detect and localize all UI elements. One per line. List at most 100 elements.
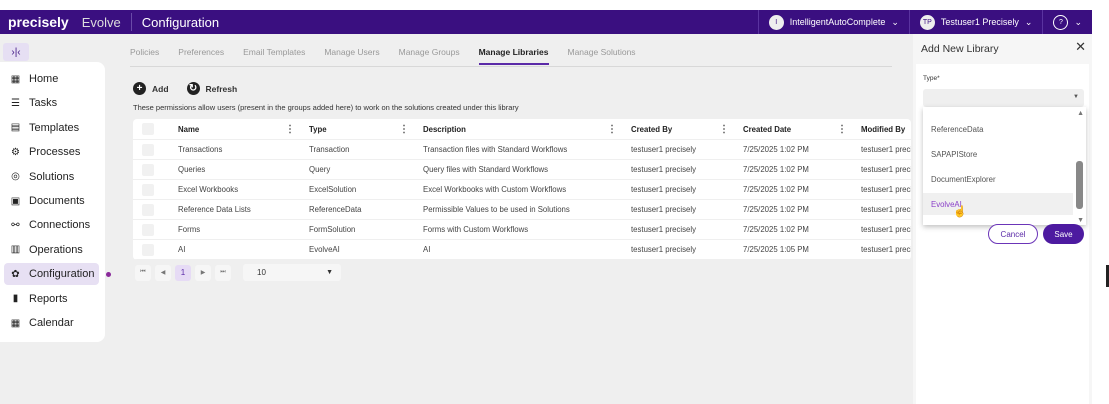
option-documentexplorer[interactable]: DocumentExplorer bbox=[923, 168, 1073, 190]
column-header[interactable]: Type ⋮ bbox=[301, 119, 415, 139]
table-cell: testuser1 precisely bbox=[631, 145, 697, 154]
sidebar-item-connections[interactable]: ⚯ Connections bbox=[4, 214, 99, 236]
table-row[interactable]: AI EvolveAI AI testuser1 precisely 7/25/2025… bbox=[133, 240, 911, 260]
tab-divider bbox=[130, 66, 892, 67]
table-cell: ReferenceData bbox=[309, 205, 362, 214]
first-page-button[interactable]: ⏮ bbox=[135, 264, 151, 281]
tab-manage-users[interactable]: Manage Users bbox=[324, 46, 379, 65]
sidebar-item-reports[interactable]: ▮ Reports bbox=[4, 288, 99, 310]
scroll-down-icon[interactable]: ▼ bbox=[1077, 217, 1084, 224]
table-row[interactable]: Queries Query Query files with Standard Wo… bbox=[133, 160, 911, 180]
option-evolveai[interactable]: EvolveAI bbox=[923, 193, 1073, 215]
table-cell: testuser1 precisely bbox=[631, 185, 697, 194]
sidebar-item-processes[interactable]: ⚙ Processes bbox=[4, 141, 99, 163]
column-header[interactable]: Created Date ⋮ bbox=[735, 119, 853, 139]
column-menu-icon[interactable]: ⋮ bbox=[607, 124, 617, 135]
add-button[interactable]: + Add bbox=[133, 82, 169, 95]
table-row[interactable]: Forms FormSolution Forms with Custom Workf… bbox=[133, 220, 911, 240]
dropdown-scrollbar[interactable] bbox=[1076, 161, 1083, 209]
table-row[interactable]: Excel Workbooks ExcelSolution Excel Workbo… bbox=[133, 180, 911, 200]
sidebar-item-home[interactable]: ▦ Home bbox=[4, 68, 99, 90]
column-header-label: Created Date bbox=[743, 124, 792, 134]
close-icon[interactable]: ✕ bbox=[1075, 39, 1086, 55]
table-row[interactable]: Transactions Transaction Transaction files… bbox=[133, 140, 911, 160]
plus-icon: + bbox=[133, 82, 146, 95]
option-referencedata[interactable]: ReferenceData bbox=[923, 118, 1073, 140]
sidebar-item-documents[interactable]: ▣ Documents bbox=[4, 190, 99, 212]
tab-policies[interactable]: Policies bbox=[130, 46, 159, 65]
column-header[interactable]: Modified By bbox=[853, 119, 911, 139]
sidebar-item-templates[interactable]: ▤ Templates bbox=[4, 117, 99, 139]
tab-email-templates[interactable]: Email Templates bbox=[243, 46, 305, 65]
column-header[interactable]: Created By ⋮ bbox=[623, 119, 735, 139]
type-select[interactable]: ▼ bbox=[923, 89, 1084, 107]
sidebar-item-solutions[interactable]: ◎ Solutions bbox=[4, 166, 99, 188]
select-all-checkbox[interactable] bbox=[142, 123, 154, 135]
last-page-button[interactable]: ⏭ bbox=[215, 264, 231, 281]
sidebar-item-label: Connections bbox=[29, 219, 91, 232]
row-checkbox[interactable] bbox=[142, 203, 154, 216]
sidebar-item-tasks[interactable]: ☰ Tasks bbox=[4, 92, 99, 114]
save-button[interactable]: Save bbox=[1043, 224, 1084, 244]
column-header-label: Type bbox=[309, 124, 327, 134]
table-cell: testuser1 precisely bbox=[631, 245, 697, 254]
column-menu-icon[interactable]: ⋮ bbox=[719, 124, 729, 135]
table-cell: ExcelSolution bbox=[309, 185, 357, 194]
option-excelsolution[interactable]: ExcelSolution bbox=[923, 107, 1073, 115]
column-menu-icon[interactable]: ⋮ bbox=[399, 124, 409, 135]
home-icon: ▦ bbox=[10, 73, 21, 85]
hand-cursor-icon: ☝ bbox=[953, 206, 967, 218]
tab-preferences[interactable]: Preferences bbox=[178, 46, 224, 65]
top-strip bbox=[0, 0, 1109, 10]
column-header[interactable]: Description ⋮ bbox=[415, 119, 623, 139]
logo[interactable]: precisely bbox=[8, 14, 69, 30]
workspace-selector[interactable]: I IntelligentAutoComplete ⌄ bbox=[757, 10, 909, 34]
table-cell: testuser1 precisely bbox=[631, 165, 697, 174]
prev-page-button[interactable]: ◀ bbox=[155, 264, 171, 281]
sidebar-item-label: Processes bbox=[29, 146, 81, 159]
sidebar-item-label: Templates bbox=[29, 121, 80, 134]
sidebar-item-configuration[interactable]: ✿ Configuration bbox=[4, 263, 99, 286]
sidebar-item-calendar[interactable]: ▦ Calendar bbox=[4, 312, 99, 334]
refresh-label: Refresh bbox=[205, 83, 238, 94]
next-page-button[interactable]: ▶ bbox=[195, 264, 211, 281]
tab-manage-solutions[interactable]: Manage Solutions bbox=[568, 46, 636, 65]
refresh-icon: ↻ bbox=[186, 82, 200, 95]
page-size-value: 10 bbox=[257, 268, 266, 277]
table-cell: AI bbox=[423, 245, 431, 254]
refresh-button[interactable]: ↻ Refresh bbox=[186, 82, 238, 95]
table-cell: Forms with Custom Workflows bbox=[423, 225, 529, 234]
cancel-button[interactable]: Cancel bbox=[988, 224, 1038, 244]
sidebar-collapse-button[interactable]: ›|‹ bbox=[3, 43, 29, 61]
column-header-label: Created By bbox=[631, 124, 673, 134]
select-all-cell bbox=[133, 119, 174, 139]
table-cell: Excel Workbooks bbox=[178, 185, 239, 194]
sidebar-item-label: Solutions bbox=[29, 170, 75, 183]
sidebar-item-label: Configuration bbox=[29, 268, 95, 281]
table-cell: FormSolution bbox=[309, 225, 356, 234]
help-menu[interactable]: ? ⌄ bbox=[1042, 10, 1092, 34]
row-checkbox[interactable] bbox=[142, 223, 154, 236]
page-size-select[interactable]: 10 ▼ bbox=[243, 264, 341, 281]
sidebar-item-operations[interactable]: ▥ Operations bbox=[4, 239, 99, 261]
user-menu[interactable]: TP Testuser1 Precisely ⌄ bbox=[908, 10, 1043, 34]
column-menu-icon[interactable]: ⋮ bbox=[837, 124, 847, 135]
table-row[interactable]: Reference Data Lists ReferenceData Permiss… bbox=[133, 200, 911, 220]
tab-manage-libraries[interactable]: Manage Libraries bbox=[478, 46, 549, 65]
tab-bar: Policies Preferences Email Templates Manage… bbox=[130, 46, 655, 65]
column-header[interactable]: Name ⋮ bbox=[174, 119, 301, 139]
page-1-button[interactable]: 1 bbox=[175, 264, 191, 281]
tab-manage-groups[interactable]: Manage Groups bbox=[399, 46, 460, 65]
row-checkbox[interactable] bbox=[142, 183, 154, 196]
configuration-icon: ✿ bbox=[11, 268, 20, 280]
table-cell: Transactions bbox=[178, 145, 223, 154]
row-checkbox[interactable] bbox=[142, 243, 154, 256]
workspace-avatar: I bbox=[768, 14, 784, 30]
row-checkbox[interactable] bbox=[142, 163, 154, 176]
option-sapapistore[interactable]: SAPAPIStore bbox=[923, 143, 1073, 165]
table-cell: 7/25/2025 1:02 PM bbox=[743, 185, 809, 194]
row-checkbox[interactable] bbox=[142, 143, 154, 156]
sidebar-item-label: Calendar bbox=[29, 317, 74, 329]
scroll-up-icon[interactable]: ▲ bbox=[1077, 110, 1084, 117]
column-menu-icon[interactable]: ⋮ bbox=[285, 124, 295, 135]
